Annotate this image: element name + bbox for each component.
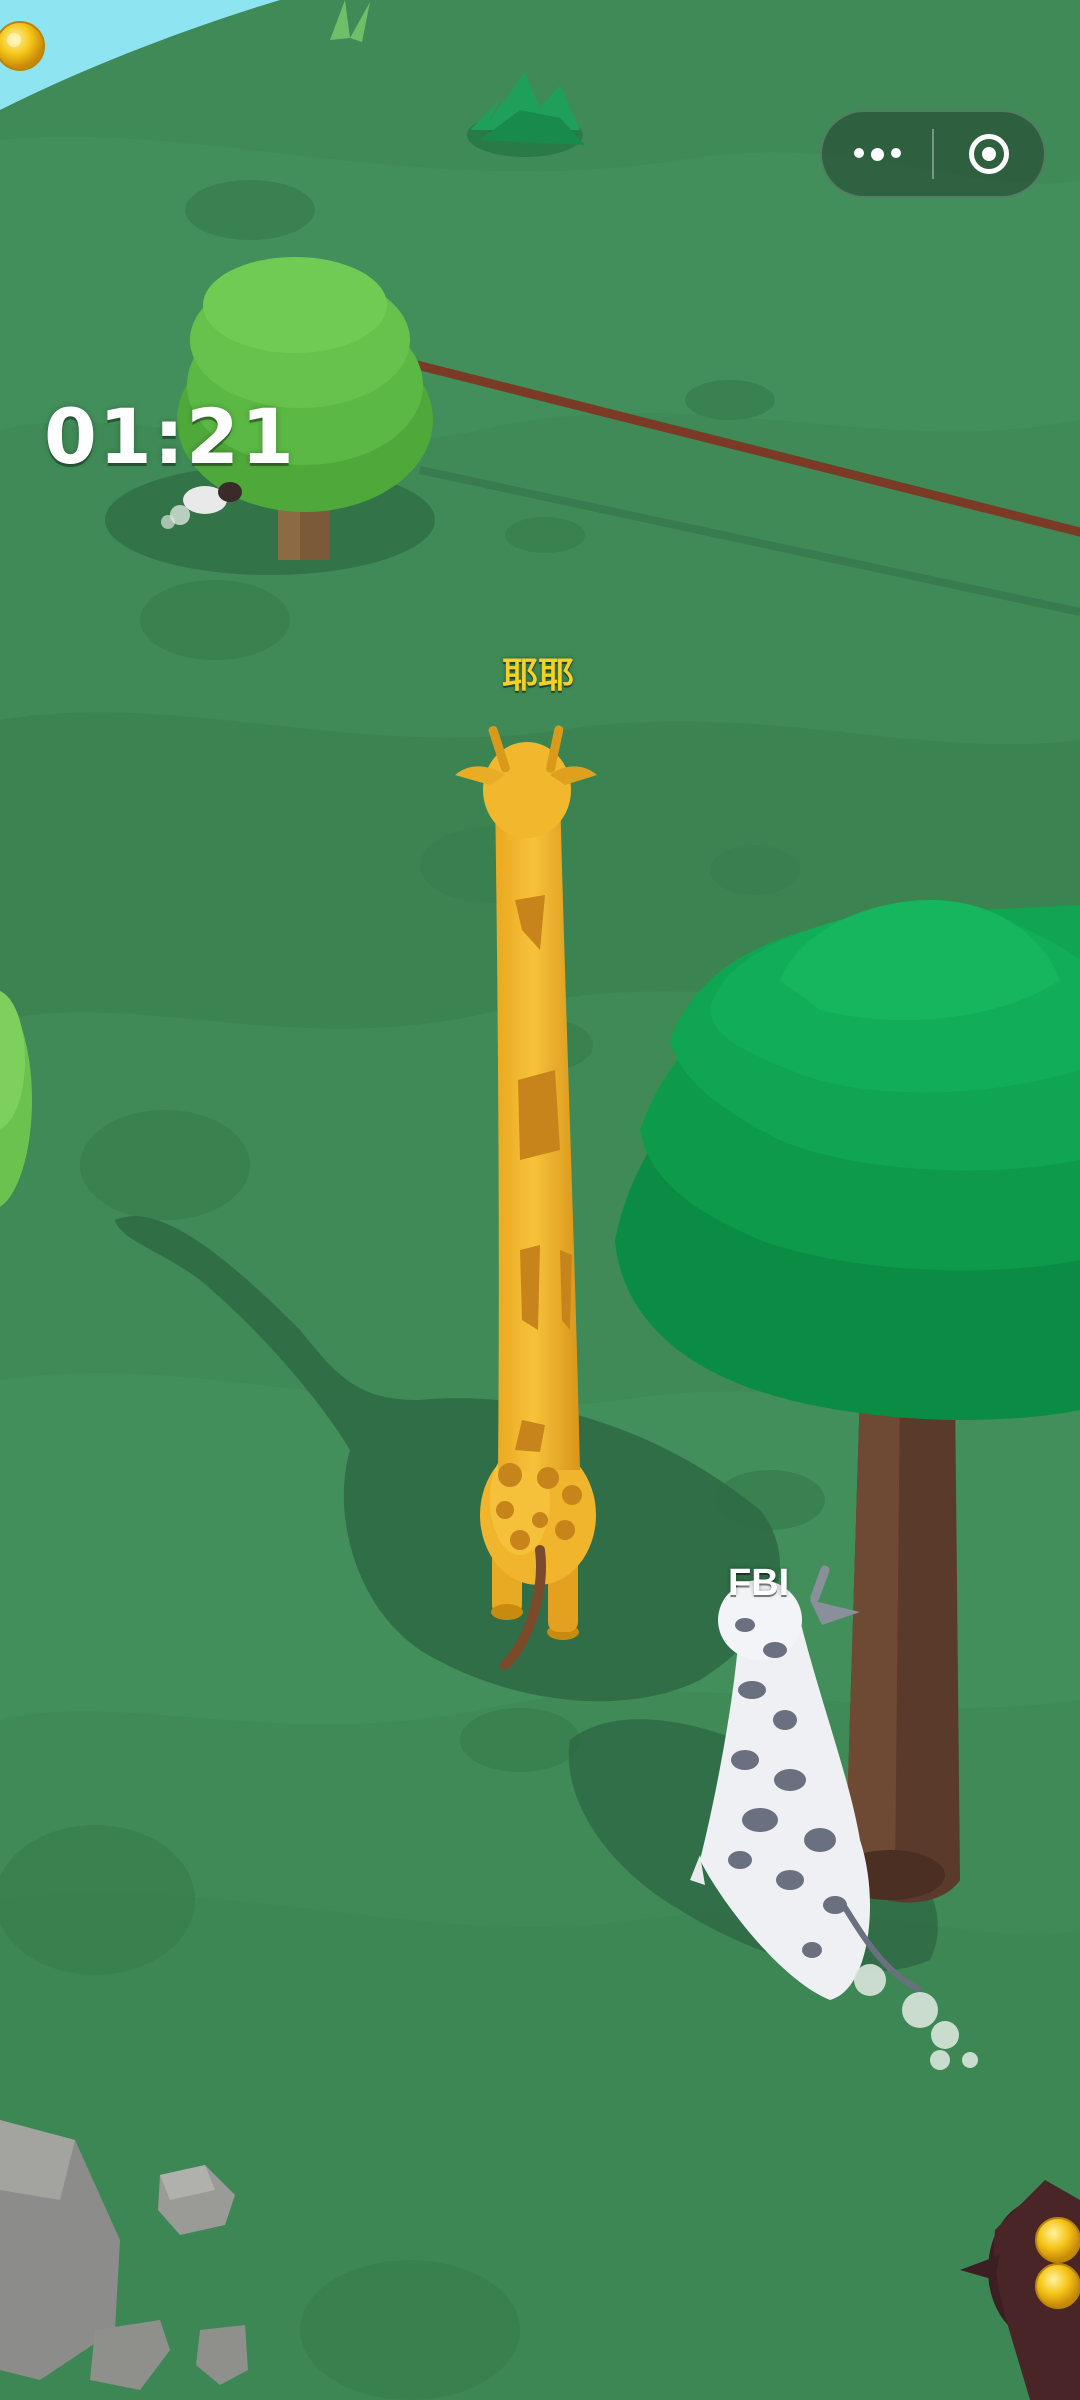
target-close-icon	[969, 134, 1009, 174]
ground-band	[0, 1893, 1080, 2400]
player-name-rival: FBI	[728, 1562, 790, 1604]
more-dots-icon	[853, 147, 901, 161]
gold-coin-icon	[0, 21, 45, 71]
close-button[interactable]	[934, 112, 1044, 196]
more-button[interactable]	[822, 112, 932, 196]
game-scene	[0, 0, 1080, 2400]
mini-program-capsule	[820, 110, 1046, 198]
match-timer: 01:21	[44, 392, 296, 481]
player-name-main: 耶耶	[502, 655, 575, 696]
gold-coin-icon	[1035, 2263, 1080, 2309]
gold-coin-icon	[1035, 2217, 1080, 2263]
